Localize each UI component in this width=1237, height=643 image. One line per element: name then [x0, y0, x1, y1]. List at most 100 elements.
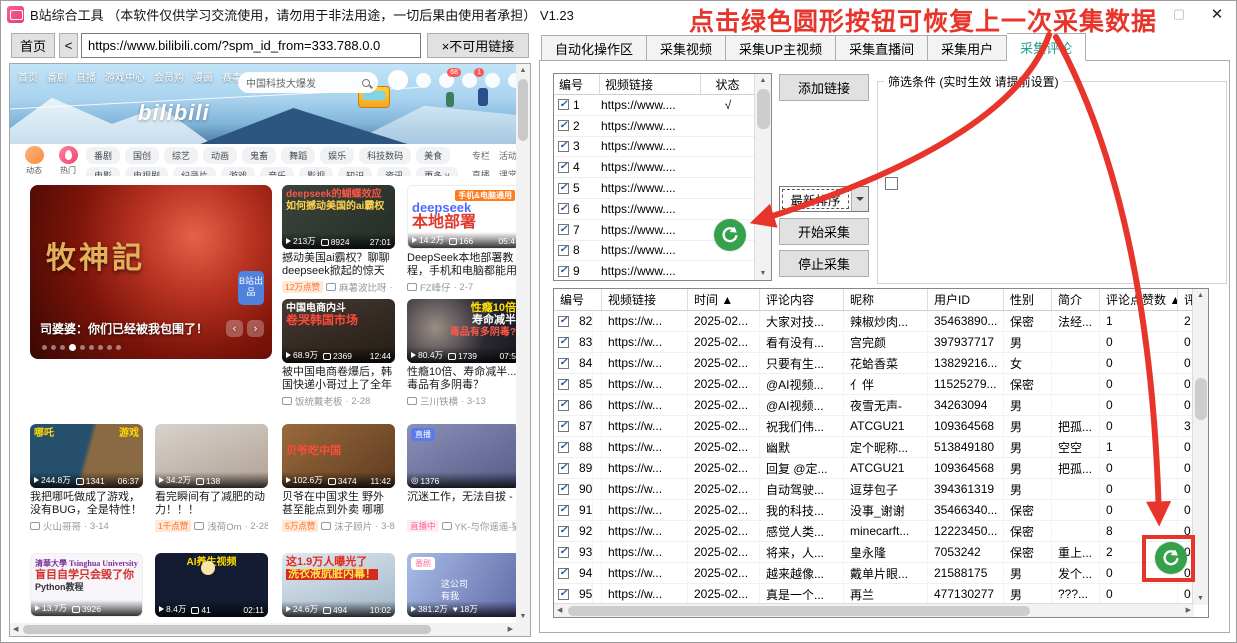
- comment-table-row[interactable]: 92 https://w... 2025-02... 感觉人类... minec…: [554, 521, 1208, 542]
- video-card[interactable]: 哪吒游戏 244.8万 1341 ◎ ♥ 06:37 我把哪吒做成了游戏，没有B…: [30, 424, 143, 533]
- invalid-link-button[interactable]: ×不可用链接: [427, 33, 529, 58]
- comment-table-row[interactable]: 83 https://w... 2025-02... 看有没有... 宫完颜 3…: [554, 332, 1208, 353]
- scroll-right-arrow[interactable]: ▶: [505, 623, 516, 636]
- scroll-left-arrow[interactable]: ◀: [10, 623, 21, 636]
- video-title[interactable]: 沉迷工作，无法自拔 -: [407, 491, 516, 517]
- row-checkbox[interactable]: [558, 162, 569, 173]
- video-card[interactable]: 番剧 这公司有我 381.2万 ◎ ♥18万: [407, 553, 516, 617]
- comment-table-row[interactable]: 94 https://w... 2025-02... 越来越像... 戴单片眼.…: [554, 563, 1208, 584]
- vip-icon[interactable]: [416, 73, 431, 88]
- row-checkbox[interactable]: [558, 379, 569, 390]
- video-card[interactable]: 贝爷吃中国 102.6万 3474 ◎ ♥ 11:42 贝爷在中国求生 野外甚至…: [282, 424, 395, 533]
- link-table-row[interactable]: 6 https://www....: [554, 199, 771, 220]
- scroll-left-arrow[interactable]: ◀: [554, 604, 565, 617]
- scrollbar-thumb[interactable]: [568, 606, 1030, 616]
- row-checkbox[interactable]: [558, 266, 569, 277]
- nav-link[interactable]: 会员购: [154, 69, 184, 84]
- favorite-icon[interactable]: [485, 73, 500, 88]
- channel-pill[interactable]: 国创: [125, 147, 159, 164]
- carousel-dot[interactable]: [69, 344, 76, 351]
- video-title[interactable]: 贝爷在中国求生 野外甚至能点到外卖 哪哪都是人！《荒野...: [282, 491, 395, 517]
- comment-table-row[interactable]: 84 https://w... 2025-02... 只要有生... 花蛤香菜 …: [554, 353, 1208, 374]
- feed-entry[interactable]: 热门: [56, 146, 80, 176]
- tab[interactable]: 采集视频: [647, 35, 726, 61]
- scrollbar-thumb[interactable]: [518, 79, 528, 141]
- comment-table-row[interactable]: 87 https://w... 2025-02... 祝我们伟... ATCGU…: [554, 416, 1208, 437]
- comment-table-row[interactable]: 90 https://w... 2025-02... 自动驾驶... 逗芽包子 …: [554, 479, 1208, 500]
- video-card[interactable]: 清華大學 Tsinghua University盲目自学只会毁了你Python教…: [30, 553, 143, 617]
- channel-pill[interactable]: 娱乐: [320, 147, 354, 164]
- video-thumbnail[interactable]: AI养生视频 8.4万 41 ◎ ♥ 02:11: [155, 553, 268, 617]
- video-card[interactable]: AI养生视频 8.4万 41 ◎ ♥ 02:11: [155, 553, 268, 617]
- column-header[interactable]: 性别: [1004, 289, 1052, 310]
- column-header[interactable]: 视频链接: [600, 74, 701, 94]
- video-thumbnail[interactable]: 直播 ◎1376 ♥: [407, 424, 516, 488]
- nav-link[interactable]: 直播: [76, 69, 96, 84]
- video-title[interactable]: 看完瞬间有了减肥的动力！！！: [155, 491, 268, 517]
- url-input[interactable]: [81, 33, 421, 58]
- video-thumbnail[interactable]: deepseek的蝴蝶效应如何撼动美国的ai霸权 213万 8924 ◎ ♥ 2…: [282, 185, 395, 249]
- nav-link[interactable]: 番剧: [47, 69, 67, 84]
- dynamic-icon[interactable]: 1: [462, 73, 477, 88]
- carousel-dot[interactable]: [89, 345, 94, 350]
- channel-pill[interactable]: 鬼畜: [242, 147, 276, 164]
- side-link[interactable]: 专栏: [472, 149, 490, 162]
- video-meta[interactable]: 12万点赞 麻薯波比呀 2-1: [282, 280, 395, 294]
- video-thumbnail[interactable]: 这1.9万人曝光了洗衣液肮脏内幕！ 24.6万 494 ◎ ♥ 10:02: [282, 553, 395, 617]
- video-meta[interactable]: 直播中 YK-与你遥遥-猫主持: [407, 519, 516, 533]
- column-header[interactable]: 时间 ▲: [688, 289, 760, 310]
- tab[interactable]: 采集用户: [928, 35, 1007, 61]
- link-table-row[interactable]: 3 https://www....: [554, 137, 771, 158]
- carousel-dot[interactable]: [80, 345, 85, 350]
- link-table-row[interactable]: 5 https://www....: [554, 178, 771, 199]
- comment-table-row[interactable]: 91 https://w... 2025-02... 我的科技... 没事_谢谢…: [554, 500, 1208, 521]
- video-card[interactable]: 性瘾10倍寿命减半毒品有多阴毒? 80.4万 1739 ◎ ♥ 07:5 性瘾1…: [407, 299, 516, 408]
- scroll-up-arrow[interactable]: ▲: [517, 64, 530, 77]
- stop-collect-button[interactable]: 停止采集: [779, 250, 869, 277]
- side-link[interactable]: 活动: [499, 149, 516, 162]
- channel-pill[interactable]: 美食: [416, 147, 450, 164]
- link-table-row[interactable]: 1 https://www.... √: [554, 95, 771, 116]
- row-checkbox[interactable]: [558, 589, 569, 600]
- dedup-checkbox[interactable]: [885, 177, 898, 190]
- add-link-button[interactable]: 添加链接: [779, 74, 869, 101]
- channel-pill[interactable]: 舞蹈: [281, 147, 315, 164]
- browser-horizontal-scrollbar[interactable]: ◀ ▶: [10, 623, 516, 636]
- tab[interactable]: 自动化操作区: [541, 35, 647, 61]
- column-header[interactable]: 状态: [701, 74, 755, 94]
- comment-table-row[interactable]: 86 https://w... 2025-02... @AI视频... 夜雪无声…: [554, 395, 1208, 416]
- scroll-right-arrow[interactable]: ▶: [1183, 604, 1194, 617]
- tab[interactable]: 采集直播间: [836, 35, 928, 61]
- video-meta[interactable]: FZ峰仔 2-7: [407, 280, 516, 294]
- carousel-dot[interactable]: [42, 345, 47, 350]
- comment-table-horizontal-scrollbar[interactable]: ◀ ▶: [554, 603, 1194, 617]
- row-checkbox[interactable]: [558, 463, 569, 474]
- comment-table-row[interactable]: 82 https://w... 2025-02... 大家对技... 辣椒炒肉.…: [554, 311, 1208, 332]
- nav-link[interactable]: 首页: [18, 69, 38, 84]
- video-title[interactable]: 我把哪吒做成了游戏，没有BUG，全是特性！: [30, 491, 143, 517]
- column-header[interactable]: 编号: [554, 289, 602, 310]
- search-icon[interactable]: [362, 79, 370, 87]
- dropdown-arrow-icon[interactable]: [851, 187, 868, 211]
- carousel-dot[interactable]: [98, 345, 103, 350]
- row-checkbox[interactable]: [558, 547, 569, 558]
- video-thumbnail[interactable]: 贝爷吃中国 102.6万 3474 ◎ ♥ 11:42: [282, 424, 395, 488]
- row-checkbox[interactable]: [558, 337, 569, 348]
- back-button[interactable]: <: [59, 33, 78, 58]
- row-checkbox[interactable]: [558, 526, 569, 537]
- video-meta[interactable]: 1千点赞 浅荷Om 2-28: [155, 519, 268, 533]
- carousel-next-button[interactable]: ›: [247, 320, 264, 337]
- start-collect-button[interactable]: 开始采集: [779, 218, 869, 245]
- nav-link[interactable]: 游戏中心: [105, 69, 145, 84]
- video-title[interactable]: DeepSeek本地部署教程，手机和电脑都能用｜建议收藏~: [407, 252, 516, 278]
- link-table-row[interactable]: 9 https://www....: [554, 261, 771, 281]
- feed-entry[interactable]: 动态: [22, 146, 46, 176]
- link-table-scrollbar[interactable]: ▲ ▼: [754, 74, 771, 280]
- row-checkbox[interactable]: [558, 442, 569, 453]
- home-button[interactable]: 首页: [11, 33, 55, 58]
- scroll-down-arrow[interactable]: ▼: [517, 610, 530, 623]
- row-checkbox[interactable]: [558, 183, 569, 194]
- row-checkbox[interactable]: [558, 568, 569, 579]
- video-card[interactable]: 手机&电脑通用deepseek本地部署 14.2万 166 ◎ ♥ 05:4 D…: [407, 185, 516, 294]
- channel-pill[interactable]: 综艺: [164, 147, 198, 164]
